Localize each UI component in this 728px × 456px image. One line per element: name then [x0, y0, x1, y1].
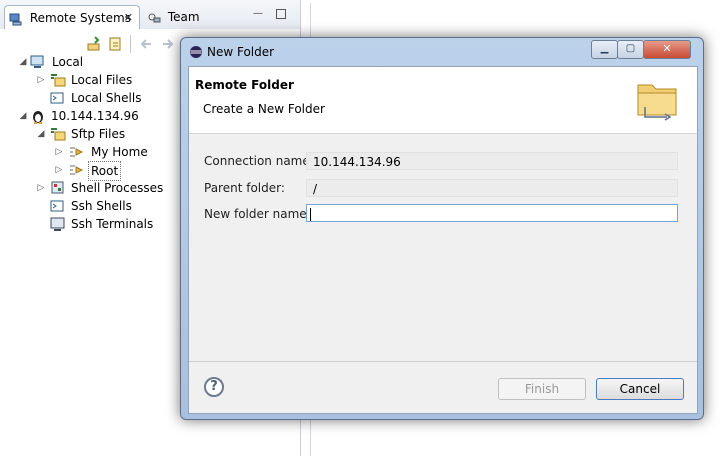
expanded-arrow-icon[interactable]: ◢ [18, 107, 28, 125]
linux-host-icon [33, 111, 43, 124]
dialog-client-area: Remote Folder Create a New Folder Connec… [188, 66, 698, 414]
new-folder-name-input[interactable] [306, 204, 678, 222]
new-connection-icon[interactable] [86, 36, 102, 52]
tree-node-label: Root [88, 161, 122, 181]
wizard-header: Remote Folder Create a New Folder [189, 67, 697, 134]
shells-icon [50, 92, 64, 104]
tab-remote-systems[interactable]: Remote Systems ✕ [4, 5, 140, 30]
tree-node-label: Ssh Shells [71, 199, 132, 213]
minimize-view-icon[interactable]: — [253, 9, 264, 20]
tab-remote-systems-label: Remote Systems [29, 11, 131, 25]
finish-button[interactable]: Finish [498, 378, 586, 400]
sftp-files-icon [51, 128, 66, 141]
toolbar-separator [130, 35, 131, 53]
help-icon[interactable]: ? [204, 377, 224, 397]
text-caret [310, 208, 311, 221]
collapsed-arrow-icon[interactable]: ▷ [54, 161, 64, 179]
shells-icon [50, 200, 64, 212]
minimize-icon[interactable]: ▁ [591, 40, 618, 59]
new-folder-dialog: New Folder ▁ ▢ ✕ Remote Folder Create a … [180, 37, 704, 420]
dialog-title: New Folder [207, 45, 275, 59]
new-folder-name-label: New folder name: [204, 207, 311, 221]
remote-systems-icon [9, 13, 22, 25]
tree-node-label: Local Files [71, 73, 133, 87]
close-icon[interactable]: ✕ [124, 6, 133, 30]
tree-node-label: Local Shells [71, 91, 142, 105]
tab-team-label: Team [167, 10, 200, 24]
tree-node-label: Ssh Terminals [71, 217, 154, 231]
expanded-arrow-icon[interactable]: ◢ [18, 53, 28, 71]
wizard-subtitle: Create a New Folder [203, 102, 325, 116]
local-host-icon [30, 55, 44, 68]
tree-node-label: Sftp Files [71, 127, 126, 141]
window-controls: ▁ ▢ ✕ [591, 40, 697, 59]
collapsed-arrow-icon[interactable]: ▷ [54, 143, 64, 161]
team-icon [148, 13, 161, 22]
tree-node-label: Local [52, 55, 84, 69]
close-icon[interactable]: ✕ [643, 40, 691, 59]
filter-folder-icon [70, 165, 84, 175]
parent-folder-field: / [306, 179, 678, 197]
eclipse-logo-icon [190, 46, 202, 58]
connection-name-field: 10.144.134.96 [306, 152, 678, 170]
footer-separator [189, 361, 697, 362]
connection-name-label: Connection name: [204, 154, 314, 168]
maximize-view-icon[interactable] [276, 9, 286, 19]
forward-arrow-icon[interactable] [160, 36, 176, 52]
files-subsystem-icon [51, 74, 66, 87]
tree-node-label: My Home [91, 145, 148, 159]
terminal-icon [50, 217, 65, 231]
tree-node-label: Shell Processes [71, 181, 164, 195]
maximize-icon[interactable]: ▢ [617, 40, 644, 59]
wizard-title: Remote Folder [195, 78, 294, 92]
new-folder-banner-icon [637, 84, 677, 121]
collapsed-arrow-icon[interactable]: ▷ [36, 179, 46, 197]
link-with-editor-icon[interactable] [108, 36, 124, 52]
parent-folder-label: Parent folder: [204, 181, 285, 195]
cancel-button[interactable]: Cancel [596, 378, 684, 400]
back-arrow-icon[interactable] [138, 36, 154, 52]
tab-team[interactable]: Team [143, 7, 200, 27]
processes-icon [51, 181, 64, 194]
expanded-arrow-icon[interactable]: ◢ [36, 125, 46, 143]
collapsed-arrow-icon[interactable]: ▷ [36, 71, 46, 89]
filter-folder-icon [70, 147, 84, 157]
tree-node-label: 10.144.134.96 [51, 109, 139, 123]
